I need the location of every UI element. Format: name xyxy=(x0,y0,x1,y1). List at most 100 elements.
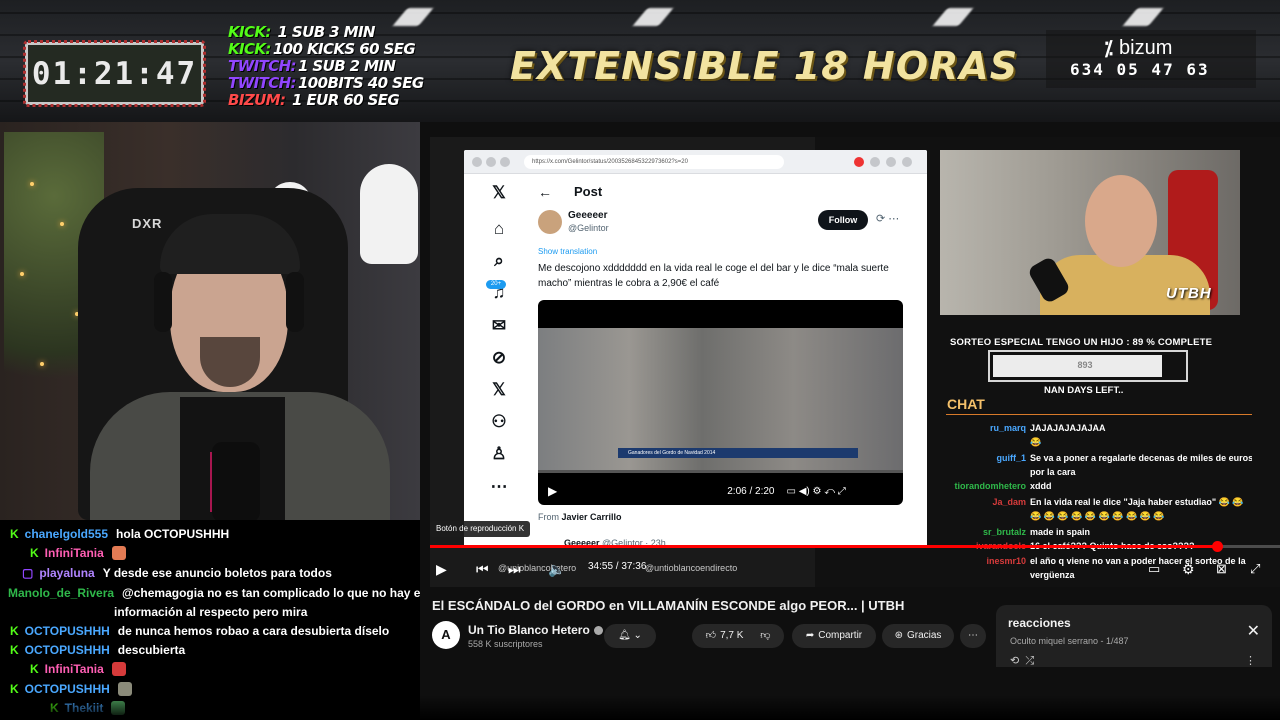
chat-text: 😂 xyxy=(1030,437,1042,447)
share-button[interactable]: ➦ Compartir xyxy=(792,624,876,648)
chat-message: Manolo_de_Rivera @chemagogia no es tan co… xyxy=(8,583,427,602)
channel-name[interactable]: Un Tio Blanco Hetero xyxy=(468,623,603,637)
chat-username: guiff_1 xyxy=(996,453,1026,463)
post-video: Ganadores del Gordo de Navidad 2014 ▶ 2:… xyxy=(538,300,903,505)
post-video-time: 2:06 / 2:20 xyxy=(727,485,775,497)
video-watermark-2: @untioblancoendirecto xyxy=(645,563,738,573)
browser-url: https://x.com/Gelintor/status/2003526845… xyxy=(524,155,784,169)
follow-button: Follow xyxy=(818,210,868,230)
like-dislike-group: 👍︎ 7,7 K 👎︎ xyxy=(692,624,784,648)
bizum-box: ⁒ bizum 634 05 47 63 xyxy=(1046,30,1256,88)
post-video-controls: ▶ 2:06 / 2:20 ▭ ◀) ⚙ ⤺ ⤢ xyxy=(538,478,903,504)
mail-icon: ✉ xyxy=(491,316,507,335)
chat-username: InfiniTania xyxy=(44,661,104,676)
chat-text: made in spain xyxy=(1030,527,1091,537)
countdown-timer: 01:21:47 xyxy=(23,40,206,107)
chat-message: K OCTOPUSHHH de nunca hemos robao a cara d… xyxy=(10,621,389,640)
bizum-wordmark: bizum xyxy=(1119,37,1173,59)
home-icon: ⌂ xyxy=(493,219,505,238)
subathon-rule: TWITCH: 100BITS 40 SEG xyxy=(228,74,424,92)
tooth-decoration xyxy=(360,164,418,264)
post-author-handle: @Gelintor xyxy=(568,223,609,233)
chat-message: sr_brutalz made in spain xyxy=(940,526,1252,539)
chat-message: K OCTOPUSHHH descubierta xyxy=(10,640,185,659)
play-button-icon[interactable]: ▶ xyxy=(436,559,447,579)
settings-gear-icon[interactable]: ⚙ xyxy=(1182,559,1195,579)
channel-avatar[interactable]: A xyxy=(432,621,460,649)
chat-title: CHAT xyxy=(947,396,985,412)
like-button[interactable]: 👍︎ 7,7 K xyxy=(706,630,744,641)
chat-message: K Thekiit xyxy=(50,698,126,717)
show-translation-link: Show translation xyxy=(538,247,598,256)
more-icon: ⋯ xyxy=(490,477,508,496)
chat-message: tiorandomhetero xddd xyxy=(940,480,1252,493)
profile-icon: ♙ xyxy=(491,444,507,463)
share-icon: ➦ xyxy=(805,630,815,641)
chat-message: K InfiniTania xyxy=(30,543,126,562)
close-icon[interactable]: ✕ xyxy=(1247,621,1260,641)
chat-emote-icon xyxy=(111,545,126,560)
more-dots-icon: ⋯ xyxy=(968,630,978,641)
x-premium-icon: 𝕏 xyxy=(492,380,506,399)
loop-shuffle-icons[interactable]: ⟲ ⤮ xyxy=(1010,654,1034,668)
chat-text: de nunca hemos robao a cara desubierta d… xyxy=(117,623,390,638)
verified-icon xyxy=(593,626,603,636)
browser-toolbar: https://x.com/Gelintor/status/2003526845… xyxy=(464,150,927,174)
chat-username: OCTOPUSHHH xyxy=(24,623,110,638)
play-tooltip: Botón de reproducción K xyxy=(430,521,531,537)
dislike-button[interactable]: 👎︎ xyxy=(760,630,770,641)
reactor-webcam: UTBH xyxy=(940,150,1240,315)
search-icon: ⌕ xyxy=(494,251,504,270)
previous-button-icon[interactable]: ⏮ xyxy=(476,559,489,579)
chat-badge-icon: K xyxy=(10,526,19,541)
ceiling-light xyxy=(1122,8,1164,26)
chat-message: Kchanelgold555 hola OCTOPUSHHH xyxy=(10,524,229,543)
subscriber-count: 558 K suscriptores xyxy=(468,639,543,649)
subscribe-bell-button[interactable]: 🔔︎ ⌄ xyxy=(604,624,656,648)
chat-text: por la cara xyxy=(1030,467,1076,477)
ceiling-light xyxy=(632,8,674,26)
thumbs-up-icon: 👍︎ xyxy=(705,630,717,641)
volume-icon[interactable]: 🔈 xyxy=(548,559,565,579)
player-controls: ▶ ⏮ @unioblancohetero ⏭ 🔈 34:55 / 37:36 … xyxy=(430,555,1280,583)
chat-message: K OCTOPUSHHH xyxy=(10,679,132,698)
chat-message: K InfiniTania xyxy=(30,659,126,678)
captions-icon: ▭ ◀) ⚙ ⤺ ⤢ xyxy=(786,485,846,497)
more-actions-button[interactable]: ⋯ xyxy=(960,624,986,648)
next-button-icon[interactable]: ⏭ xyxy=(508,559,521,579)
chat-text: En la vida real le dice "Jaja haber estu… xyxy=(1030,497,1244,507)
ceiling-light xyxy=(932,8,974,26)
x-logo-icon: 𝕏 xyxy=(492,183,506,202)
grok-icon: ⊘ xyxy=(491,348,507,367)
chat-text: descubierta xyxy=(117,642,186,657)
chat-username: Thekiit xyxy=(64,700,104,715)
play-icon: ▶ xyxy=(548,484,558,498)
subathon-rule: BIZUM: 1 EUR 60 SEG xyxy=(228,91,400,109)
chat-username: playaluna xyxy=(39,565,95,580)
subathon-rules: KICK: 1 SUB 3 MIN KICK: 100 KICKS 60 SEG TW… xyxy=(228,24,424,109)
chat-username: ru_marq xyxy=(989,423,1026,433)
subtitles-icon[interactable]: ▭ xyxy=(1148,559,1160,579)
chat-badge-icon: K xyxy=(30,545,39,560)
chat-username: Ja_dam xyxy=(992,497,1026,507)
fullscreen-icon[interactable]: ⤢ xyxy=(1250,559,1260,579)
chat-message: información al respecto pero mira xyxy=(114,602,307,621)
chat-badge-icon: K xyxy=(50,700,59,715)
panel-more-icon[interactable]: ⋮ xyxy=(1245,654,1256,667)
playlist-subtitle: Oculto miquel serrano - 1/487 xyxy=(1010,636,1129,646)
thanks-icon: ⊛ xyxy=(894,630,903,641)
stream-headline: EXTENSIBLE 18 HORAS xyxy=(510,44,1019,88)
more-options-icon: ⟳ ⋯ xyxy=(876,213,900,225)
thanks-button[interactable]: ⊛ Gracias xyxy=(882,624,954,648)
chat-text: 😂 😂 😂 😂 😂 😂 😂 😂 😂 😂 xyxy=(1030,511,1165,521)
chat-text: hola OCTOPUSHHH xyxy=(116,526,230,541)
miniplayer-icon[interactable]: ⊠ xyxy=(1216,559,1227,579)
video-source: From Javier Carrillo xyxy=(538,512,622,522)
chat-text: JAJAJAJAJAJAA xyxy=(1030,423,1106,433)
video-progress-bar[interactable] xyxy=(430,541,1280,552)
chat-username: OCTOPUSHHH xyxy=(24,642,110,657)
chat-message: Ja_dam En la vida real le dice "Jaja habe… xyxy=(940,496,1252,509)
chat-username: sr_brutalz xyxy=(982,527,1026,537)
chat-username: chanelgold555 xyxy=(24,526,109,541)
chat-text: xddd xyxy=(1030,481,1052,491)
